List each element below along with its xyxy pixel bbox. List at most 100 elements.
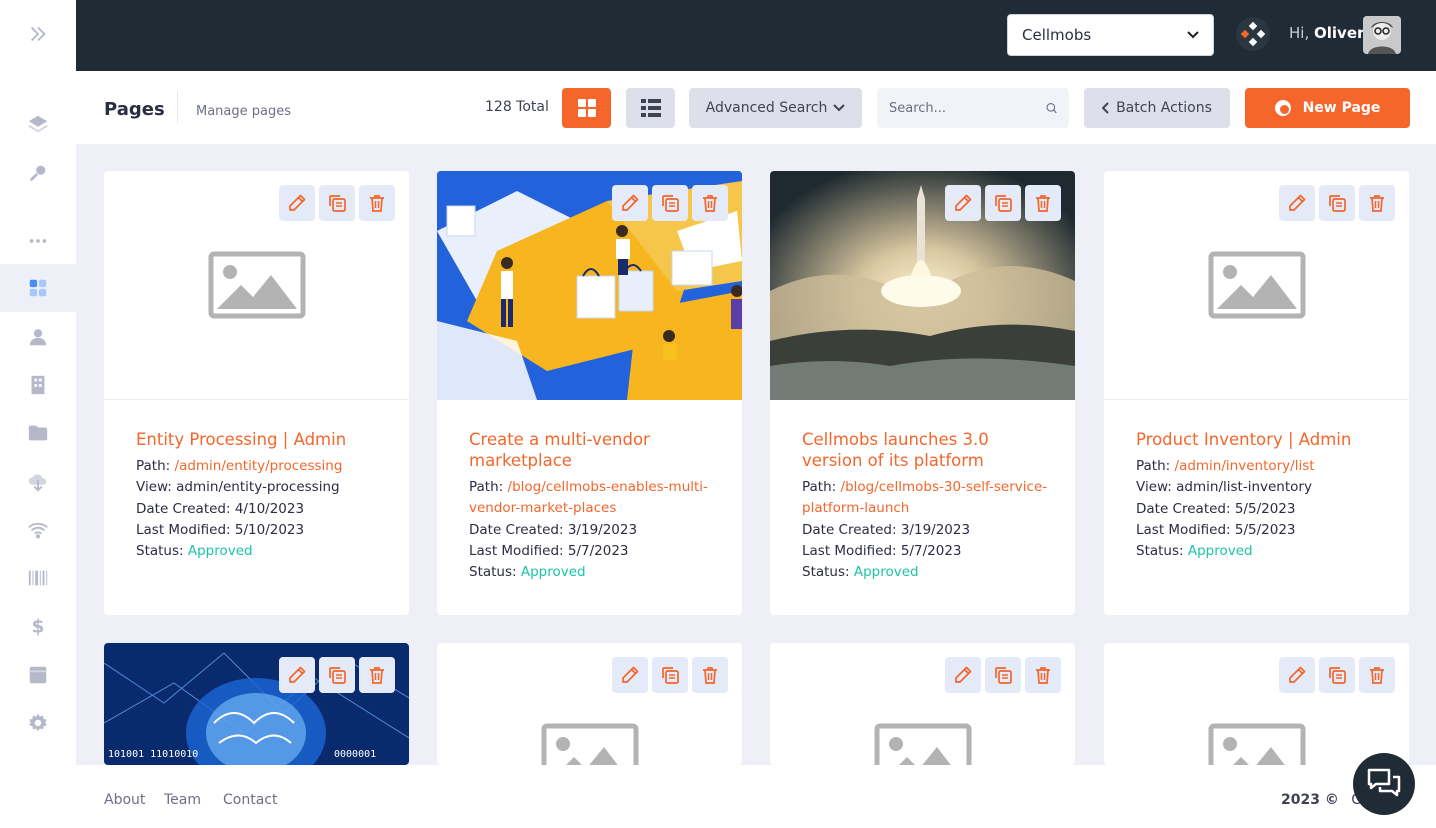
list-view-button[interactable] (626, 88, 675, 128)
edit-button[interactable] (945, 657, 981, 693)
chat-button[interactable] (1353, 753, 1415, 815)
card-actions (612, 185, 728, 221)
card-status: Status: Approved (136, 541, 386, 562)
date-created-value: 5/5/2023 (1234, 500, 1296, 517)
wifi-icon[interactable] (0, 506, 76, 554)
duplicate-button[interactable] (652, 657, 688, 693)
page-card[interactable]: Create a multi-vendor marketplace Path: … (437, 171, 742, 615)
copy-icon (1327, 665, 1347, 685)
page-card[interactable] (1104, 643, 1409, 765)
folder-icon[interactable] (0, 409, 76, 457)
footer-link-about[interactable]: About (104, 792, 145, 808)
new-page-button[interactable]: New Page (1245, 88, 1410, 128)
search-icon[interactable] (1046, 100, 1057, 116)
gear-icon[interactable] (0, 699, 76, 747)
page-card[interactable]: Cellmobs launches 3.0 version of its pla… (770, 171, 1075, 615)
card-last-modified: Last Modified: 5/10/2023 (136, 520, 386, 541)
cloud-download-icon[interactable] (0, 458, 76, 506)
edit-button[interactable] (612, 185, 648, 221)
status-badge: Approved (520, 564, 586, 581)
edit-button[interactable] (279, 185, 315, 221)
search-input[interactable] (889, 100, 1034, 116)
page-subtitle: Manage pages (196, 104, 292, 119)
footer: About Team Contact 2023 © Ce (76, 765, 1436, 828)
edit-button[interactable] (612, 657, 648, 693)
delete-button[interactable] (359, 657, 395, 693)
path-link[interactable]: /blog/cellmobs-30-self-service-platform-… (802, 479, 1047, 516)
copy-icon (993, 193, 1013, 213)
edit-button[interactable] (1279, 657, 1315, 693)
duplicate-button[interactable] (1319, 657, 1355, 693)
card-last-modified: Last Modified: 5/5/2023 (1136, 520, 1386, 541)
path-link[interactable]: /admin/inventory/list (1175, 458, 1315, 474)
user-icon[interactable] (0, 313, 76, 361)
delete-button[interactable] (1025, 657, 1061, 693)
card-body: Product Inventory | Admin Path: /admin/i… (1136, 429, 1386, 562)
grid-view-button[interactable] (562, 88, 611, 128)
card-status: Status: Approved (469, 562, 719, 583)
delete-button[interactable] (692, 185, 728, 221)
page-card[interactable] (770, 643, 1075, 765)
view-label: View: (136, 479, 172, 496)
card-date-created: Date Created: 3/19/2023 (469, 520, 719, 541)
delete-button[interactable] (359, 185, 395, 221)
more-icon[interactable] (0, 217, 76, 265)
delete-button[interactable] (1359, 657, 1395, 693)
page-card[interactable]: 101001 11010010 0000001 (104, 643, 409, 765)
building-icon[interactable] (0, 361, 76, 409)
last-modified-label: Last Modified: (469, 542, 564, 559)
delete-button[interactable] (1025, 185, 1061, 221)
collapse-icon[interactable] (0, 10, 76, 58)
path-label: Path: (1136, 458, 1171, 474)
duplicate-button[interactable] (652, 185, 688, 221)
path-link[interactable]: /blog/cellmobs-enables-multi-vendor-mark… (469, 479, 708, 516)
duplicate-button[interactable] (319, 657, 355, 693)
delete-button[interactable] (692, 657, 728, 693)
page-card[interactable]: Product Inventory | Admin Path: /admin/i… (1104, 171, 1409, 615)
layers-icon[interactable] (0, 100, 76, 148)
last-modified-value: 5/7/2023 (900, 542, 962, 559)
dollar-icon[interactable]: $ (0, 602, 76, 650)
card-path: Path: /admin/entity/processing (136, 456, 386, 477)
edit-button[interactable] (279, 657, 315, 693)
duplicate-button[interactable] (319, 185, 355, 221)
card-actions (612, 657, 728, 693)
duplicate-button[interactable] (1319, 185, 1355, 221)
greeting-prefix: Hi, (1289, 24, 1310, 42)
last-modified-value: 5/10/2023 (234, 521, 305, 538)
card-title[interactable]: Create a multi-vendor marketplace (469, 429, 719, 471)
user-greeting[interactable]: Hi, Oliver (1289, 24, 1364, 42)
company-select-value: Cellmobs (1022, 26, 1092, 44)
footer-link-team[interactable]: Team (164, 792, 201, 808)
duplicate-button[interactable] (985, 185, 1021, 221)
last-modified-value: 5/7/2023 (567, 542, 629, 559)
batch-actions-button[interactable]: Batch Actions (1084, 88, 1230, 128)
card-actions (1279, 185, 1395, 221)
avatar[interactable] (1363, 16, 1401, 54)
trash-icon (367, 193, 387, 213)
path-link[interactable]: /admin/entity/processing (175, 458, 343, 474)
pencil-icon (1287, 665, 1307, 685)
archive-icon[interactable] (0, 651, 76, 699)
edit-button[interactable] (1279, 185, 1315, 221)
company-select[interactable]: Cellmobs (1007, 14, 1214, 56)
footer-link-contact[interactable]: Contact (223, 792, 277, 808)
advanced-search-button[interactable]: Advanced Search (689, 88, 862, 128)
key-icon[interactable] (0, 149, 76, 197)
page-card[interactable] (437, 643, 742, 765)
duplicate-button[interactable] (985, 657, 1021, 693)
user-name: Oliver (1314, 24, 1365, 42)
list-icon (640, 99, 661, 117)
card-title[interactable]: Entity Processing | Admin (136, 429, 386, 450)
edit-button[interactable] (945, 185, 981, 221)
card-view: View: admin/list-inventory (1136, 477, 1386, 498)
card-date-created: Date Created: 4/10/2023 (136, 499, 386, 520)
page-card[interactable]: Entity Processing | Admin Path: /admin/e… (104, 171, 409, 615)
card-title[interactable]: Cellmobs launches 3.0 version of its pla… (802, 429, 1052, 471)
barcode-icon[interactable] (0, 554, 76, 602)
card-last-modified: Last Modified: 5/7/2023 (469, 541, 719, 562)
card-title[interactable]: Product Inventory | Admin (1136, 429, 1386, 450)
delete-button[interactable] (1359, 185, 1395, 221)
dashboard-icon[interactable] (0, 264, 76, 312)
path-label: Path: (802, 479, 837, 495)
